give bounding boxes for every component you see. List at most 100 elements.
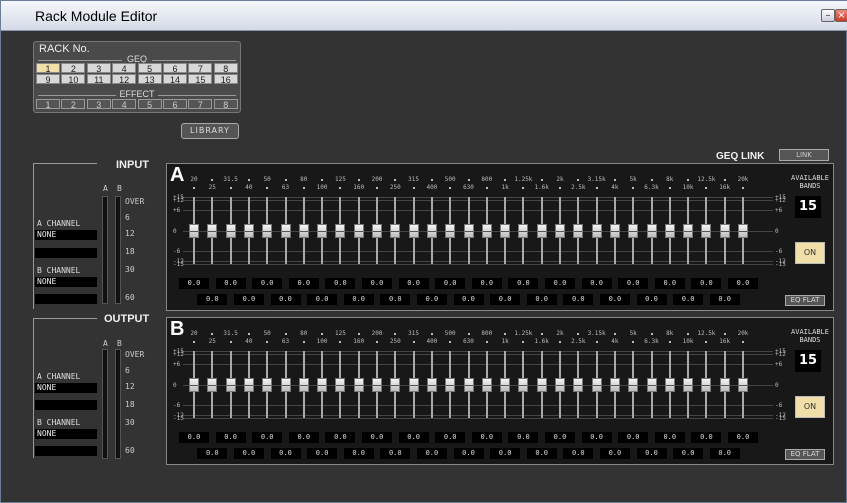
band-gain-value[interactable]: 0.0: [380, 294, 411, 305]
band-gain-value[interactable]: 0.0: [288, 278, 319, 289]
library-button[interactable]: LIBRARY: [181, 123, 239, 139]
fader-knob[interactable]: [207, 377, 218, 392]
band-gain-value[interactable]: 0.0: [288, 432, 319, 443]
rack-effect-button-4[interactable]: 4: [112, 99, 137, 110]
fader-knob[interactable]: [536, 377, 547, 392]
band-gain-value[interactable]: 0.0: [270, 294, 301, 305]
fader-knob[interactable]: [646, 223, 657, 238]
rack-geq-button-5[interactable]: 5: [137, 63, 162, 74]
band-gain-value[interactable]: 0.0: [233, 448, 264, 459]
input-a-channel-field[interactable]: NONE: [35, 230, 97, 240]
rack-geq-button-13[interactable]: 13: [137, 74, 162, 85]
band-gain-value[interactable]: 0.0: [398, 278, 429, 289]
fader-knob[interactable]: [353, 223, 364, 238]
rack-geq-button-15[interactable]: 15: [188, 74, 213, 85]
band-gain-value[interactable]: 0.0: [563, 294, 594, 305]
band-gain-value[interactable]: 0.0: [709, 448, 740, 459]
fader-knob[interactable]: [207, 223, 218, 238]
band-gain-value[interactable]: 0.0: [691, 432, 722, 443]
rack-geq-button-9[interactable]: 9: [36, 74, 60, 85]
minimize-icon[interactable]: –: [821, 9, 835, 22]
fader-knob[interactable]: [280, 377, 291, 392]
fader-knob[interactable]: [628, 377, 639, 392]
band-gain-value[interactable]: 0.0: [471, 432, 502, 443]
rack-geq-button-8[interactable]: 8: [213, 63, 238, 74]
fader-knob[interactable]: [518, 223, 529, 238]
fader-knob[interactable]: [298, 377, 309, 392]
rack-effect-button-8[interactable]: 8: [213, 99, 238, 110]
band-gain-value[interactable]: 0.0: [325, 278, 356, 289]
band-gain-value[interactable]: 0.0: [471, 278, 502, 289]
band-gain-value[interactable]: 0.0: [453, 448, 484, 459]
input-a-channel-field-2[interactable]: [35, 248, 97, 258]
output-b-channel-field[interactable]: NONE: [35, 429, 97, 439]
fader-knob[interactable]: [225, 223, 236, 238]
rack-geq-button-3[interactable]: 3: [86, 63, 111, 74]
fader-knob[interactable]: [408, 377, 419, 392]
rack-geq-button-10[interactable]: 10: [61, 74, 86, 85]
fader-knob[interactable]: [298, 223, 309, 238]
band-gain-value[interactable]: 0.0: [307, 448, 338, 459]
band-gain-value[interactable]: 0.0: [618, 432, 649, 443]
eq-on-button[interactable]: ON: [795, 396, 825, 418]
rack-effect-button-7[interactable]: 7: [188, 99, 213, 110]
fader-knob[interactable]: [536, 223, 547, 238]
band-gain-value[interactable]: 0.0: [416, 448, 447, 459]
band-gain-value[interactable]: 0.0: [545, 278, 575, 289]
fader-knob[interactable]: [701, 377, 712, 392]
band-gain-value[interactable]: 0.0: [215, 278, 246, 289]
fader-knob[interactable]: [225, 377, 236, 392]
fader-knob[interactable]: [243, 223, 254, 238]
input-b-channel-field-2[interactable]: [35, 294, 97, 304]
eq-flat-button[interactable]: EQ FLAT: [785, 449, 825, 460]
band-gain-value[interactable]: 0.0: [654, 278, 685, 289]
eq-flat-button[interactable]: EQ FLAT: [785, 295, 825, 306]
fader-knob[interactable]: [609, 223, 620, 238]
rack-geq-button-11[interactable]: 11: [86, 74, 111, 85]
band-gain-value[interactable]: 0.0: [233, 294, 264, 305]
fader-knob[interactable]: [609, 377, 620, 392]
rack-geq-button-2[interactable]: 2: [61, 63, 86, 74]
band-gain-value[interactable]: 0.0: [307, 294, 338, 305]
band-gain-value[interactable]: 0.0: [673, 448, 704, 459]
band-gain-value[interactable]: 0.0: [691, 278, 722, 289]
band-gain-value[interactable]: 0.0: [435, 278, 466, 289]
band-gain-value[interactable]: 0.0: [618, 278, 649, 289]
band-gain-value[interactable]: 0.0: [508, 432, 539, 443]
band-gain-value[interactable]: 0.0: [215, 432, 246, 443]
fader-knob[interactable]: [683, 377, 694, 392]
rack-geq-button-14[interactable]: 14: [163, 74, 187, 85]
input-b-channel-field[interactable]: NONE: [35, 277, 97, 287]
fader-knob[interactable]: [372, 223, 382, 238]
band-gain-value[interactable]: 0.0: [599, 294, 630, 305]
band-gain-value[interactable]: 0.0: [508, 278, 539, 289]
fader-knob[interactable]: [719, 223, 730, 238]
fader-knob[interactable]: [500, 377, 511, 392]
band-gain-value[interactable]: 0.0: [398, 432, 429, 443]
fader-knob[interactable]: [573, 223, 584, 238]
band-gain-value[interactable]: 0.0: [636, 448, 667, 459]
fader-knob[interactable]: [719, 377, 730, 392]
band-gain-value[interactable]: 0.0: [545, 432, 575, 443]
fader-knob[interactable]: [555, 377, 565, 392]
fader-knob[interactable]: [664, 223, 675, 238]
band-gain-value[interactable]: 0.0: [380, 448, 411, 459]
fader-knob[interactable]: [646, 377, 657, 392]
fader-knob[interactable]: [262, 377, 273, 392]
band-gain-value[interactable]: 0.0: [252, 278, 283, 289]
close-icon[interactable]: ×: [835, 9, 847, 22]
rack-geq-button-1[interactable]: 1: [36, 63, 60, 74]
fader-knob[interactable]: [317, 377, 328, 392]
rack-geq-button-6[interactable]: 6: [163, 63, 187, 74]
fader-knob[interactable]: [372, 377, 382, 392]
band-gain-value[interactable]: 0.0: [490, 294, 521, 305]
rack-effect-button-5[interactable]: 5: [137, 99, 162, 110]
fader-knob[interactable]: [701, 223, 712, 238]
output-a-channel-field[interactable]: NONE: [35, 383, 97, 393]
output-a-channel-field-2[interactable]: [35, 400, 97, 410]
band-gain-value[interactable]: 0.0: [435, 432, 466, 443]
band-gain-value[interactable]: 0.0: [581, 432, 612, 443]
fader-knob[interactable]: [317, 223, 328, 238]
band-gain-value[interactable]: 0.0: [453, 294, 484, 305]
fader-knob[interactable]: [426, 223, 437, 238]
